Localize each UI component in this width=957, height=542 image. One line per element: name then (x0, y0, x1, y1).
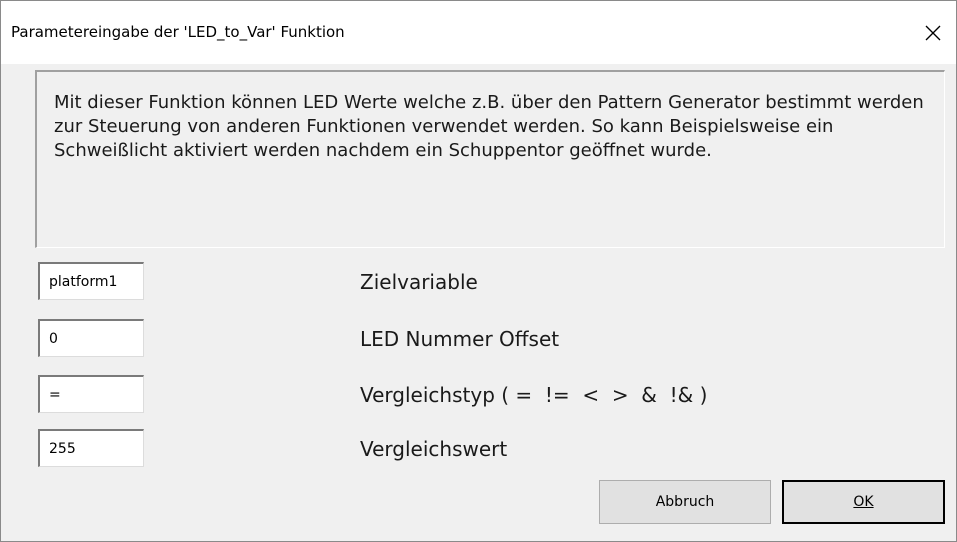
led-offset-label: LED Nummer Offset (360, 327, 560, 351)
close-icon (925, 25, 941, 40)
dialog-window: Parametereingabe der 'LED_to_Var' Funkti… (0, 0, 957, 542)
comparison-value-input[interactable] (38, 429, 144, 467)
description-text: Mit dieser Funktion können LED Werte wel… (54, 92, 924, 161)
comparison-type-label: Vergleichstyp ( = != < > & !& ) (360, 383, 708, 407)
window-title: Parametereingabe der 'LED_to_Var' Funkti… (11, 23, 345, 41)
comparison-type-input[interactable] (38, 375, 144, 413)
description-box: Mit dieser Funktion können LED Werte wel… (35, 70, 945, 248)
ok-button[interactable]: OK (782, 480, 945, 524)
ok-button-label: OK (853, 494, 874, 510)
cancel-button[interactable]: Abbruch (599, 480, 771, 524)
cancel-button-label: Abbruch (655, 494, 715, 510)
target-variable-label: Zielvariable (360, 270, 478, 294)
dialog-client-area: Mit dieser Funktion können LED Werte wel… (1, 64, 956, 541)
target-variable-input[interactable] (38, 262, 144, 300)
close-button[interactable] (910, 1, 956, 64)
title-bar: Parametereingabe der 'LED_to_Var' Funkti… (1, 1, 956, 64)
led-offset-input[interactable] (38, 319, 144, 357)
comparison-value-label: Vergleichswert (360, 437, 508, 461)
